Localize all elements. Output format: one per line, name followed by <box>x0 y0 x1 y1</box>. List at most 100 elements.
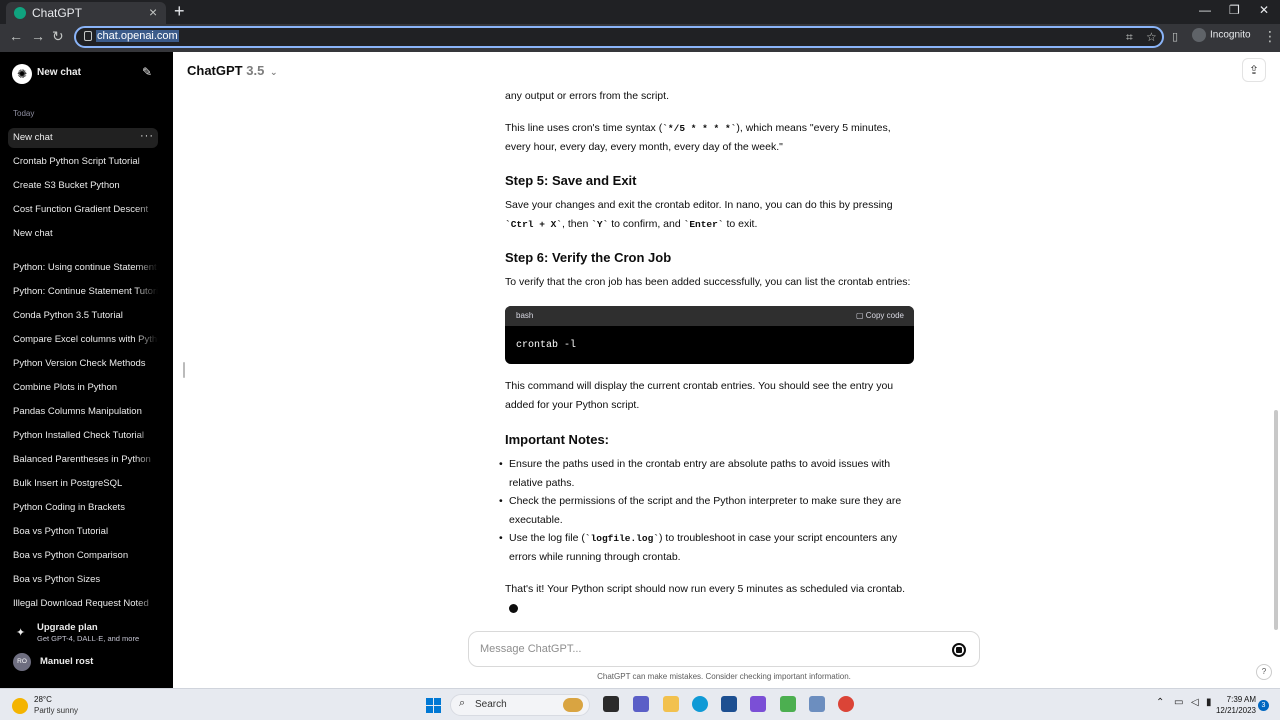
teams-chat-icon[interactable] <box>633 696 649 712</box>
sidebar-chat-item[interactable]: Cost Function Gradient Descent <box>8 200 158 220</box>
notification-badge[interactable]: 3 <box>1258 700 1269 711</box>
close-window-icon[interactable]: ✕ <box>1259 3 1269 17</box>
bullet: • <box>499 458 503 470</box>
tray-chevron-icon[interactable]: ⌃ <box>1156 697 1164 708</box>
paragraph-cron-syntax: This line uses cron's time syntax (`*/5 … <box>505 119 915 157</box>
sidebar-chat-label: Create S3 Bucket Python <box>13 180 120 191</box>
sidebar-chat-item[interactable]: Python: Using continue Statement <box>8 258 158 278</box>
incognito-icon <box>1192 28 1206 42</box>
browser-tab[interactable]: ChatGPT × <box>6 2 166 24</box>
forward-icon[interactable]: → <box>31 28 45 44</box>
paragraph-output: any output or errors from the script. <box>505 90 669 102</box>
text: Use the log file ( <box>509 532 585 544</box>
browser-toolbar: ← → ↻ chat.openai.com ⌗ ☆ ▯ Incognito ⋮ <box>0 24 1280 52</box>
sidebar-chat-item[interactable]: Compare Excel columns with Python <box>8 330 158 350</box>
model-selector[interactable]: ChatGPT 3.5 ⌄ <box>187 63 278 78</box>
store-icon[interactable] <box>721 696 737 712</box>
model-version: 3.5 <box>246 63 265 78</box>
extensions-icon[interactable]: ⌗ <box>1126 30 1133 45</box>
network-icon[interactable]: ▭ <box>1174 697 1183 708</box>
sidebar-chat-label: Python: Using continue Statement <box>13 262 157 273</box>
text: , then <box>562 218 592 230</box>
user-name: Manuel rost <box>40 656 94 667</box>
sidebar-chat-item[interactable]: Conda Python 3.5 Tutorial <box>8 306 158 326</box>
share-button[interactable]: ⇪ <box>1242 58 1266 82</box>
taskbar-search[interactable]: ⌕ Search <box>450 694 590 716</box>
sidebar-chat-item[interactable]: Pandas Columns Manipulation <box>8 402 158 422</box>
sidebar-chat-item[interactable]: Combine Plots in Python <box>8 378 158 398</box>
sidebar-chat-item[interactable]: Bulk Insert in PostgreSQL <box>8 474 158 494</box>
url-text[interactable]: chat.openai.com <box>96 30 179 42</box>
volume-icon[interactable]: ◁ <box>1191 697 1199 708</box>
user-menu[interactable]: RO Manuel rost <box>13 652 163 672</box>
new-tab-icon[interactable]: + <box>174 1 185 22</box>
task-view-icon[interactable] <box>603 696 619 712</box>
sidebar-chat-item[interactable]: Boa vs Python Sizes <box>8 570 158 590</box>
stop-generating-icon[interactable] <box>952 643 966 657</box>
scrollbar[interactable] <box>1274 410 1278 630</box>
upgrade-subtitle: Get GPT-4, DALL·E, and more <box>37 634 140 643</box>
sidebar-chat-item[interactable]: Balanced Parentheses in Python <box>8 450 158 470</box>
sidebar-chat-item[interactable]: Boa vs Python Tutorial <box>8 522 158 542</box>
sidebar-chat-item[interactable]: New chat <box>8 224 158 244</box>
minimize-icon[interactable]: — <box>1199 3 1211 17</box>
temperature: 28°C <box>34 695 52 704</box>
upgrade-plan-button[interactable]: ✦ Upgrade plan Get GPT-4, DALL·E, and mo… <box>13 622 163 646</box>
new-chat-label[interactable]: New chat <box>37 67 81 78</box>
incognito-indicator[interactable]: Incognito <box>1192 28 1251 42</box>
sidebar-chat-label: Bulk Insert in PostgreSQL <box>13 478 123 489</box>
sidebar-chat-item[interactable]: Boa vs Python Comparison <box>8 546 158 566</box>
app-icon[interactable] <box>809 696 825 712</box>
sidebar-chat-item[interactable]: Illegal Download Request Noted <box>8 594 158 614</box>
copy-code-button[interactable]: ▢ Copy code <box>856 310 904 322</box>
sidebar-chat-item[interactable]: Crontab Python Script Tutorial <box>8 152 158 172</box>
weather-widget[interactable]: 28°C Partly sunny <box>12 695 92 717</box>
more-options-icon[interactable]: ··· <box>140 130 154 142</box>
close-tab-icon[interactable]: × <box>149 4 157 20</box>
clipboard-icon: ▢ <box>855 311 866 320</box>
sidebar-resize-handle[interactable] <box>183 362 185 378</box>
sidebar-chat-item[interactable]: Python Version Check Methods <box>8 354 158 374</box>
app-icon[interactable] <box>750 696 766 712</box>
sidebar-chat-item[interactable]: Python: Continue Statement Tutorial <box>8 282 158 302</box>
tab-title: ChatGPT <box>32 6 83 20</box>
sidebar-chat-item[interactable]: Python Installed Check Tutorial <box>8 426 158 446</box>
battery-icon[interactable]: ▮ <box>1206 697 1212 708</box>
compose-icon[interactable]: ✎ <box>142 65 152 79</box>
restore-icon[interactable]: ❐ <box>1229 3 1240 17</box>
file-explorer-icon[interactable] <box>663 696 679 712</box>
message-input[interactable]: Message ChatGPT... <box>480 643 582 655</box>
time: 7:39 AM <box>1226 695 1256 704</box>
edge-icon[interactable] <box>692 696 708 712</box>
sidebar-chat-item[interactable]: New chat ··· <box>8 128 158 148</box>
incognito-label: Incognito <box>1210 29 1251 41</box>
openai-logo-icon: ✺ <box>12 64 32 84</box>
disclaimer: ChatGPT can make mistakes. Consider chec… <box>597 672 851 681</box>
app-icon[interactable] <box>780 696 796 712</box>
sidebar-chat-item[interactable]: Create S3 Bucket Python <box>8 176 158 196</box>
partly-sunny-icon <box>12 698 28 714</box>
main-panel: ChatGPT 3.5 ⌄ ⇪ any output or errors fro… <box>173 52 1280 688</box>
chrome-icon[interactable] <box>838 696 854 712</box>
sidebar-chat-label: Cost Function Gradient Descent <box>13 204 149 215</box>
code-language: bash <box>516 311 534 320</box>
message-composer[interactable]: Message ChatGPT... <box>468 631 980 667</box>
bookmark-star-icon[interactable]: ☆ <box>1146 30 1157 44</box>
new-chat-row[interactable]: ✺ New chat ✎ <box>12 64 162 84</box>
sparkle-icon: ✦ <box>16 627 26 639</box>
sidebar-chat-item[interactable]: Python Coding in Brackets <box>8 498 158 518</box>
browser-menu-icon[interactable]: ⋮ <box>1263 28 1277 45</box>
windows-start-icon[interactable] <box>426 698 441 713</box>
avatar: RO <box>13 653 31 671</box>
streaming-cursor-icon <box>509 603 518 613</box>
back-icon[interactable]: ← <box>9 28 23 44</box>
help-button[interactable]: ? <box>1256 664 1272 680</box>
sidebar-chat-label: Boa vs Python Sizes <box>13 574 101 585</box>
address-bar[interactable]: chat.openai.com ⌗ ☆ <box>74 26 1164 48</box>
sidebar-chat-label: New chat <box>13 132 53 143</box>
text: Save your changes and exit the crontab e… <box>505 199 893 211</box>
text: to confirm, and <box>608 218 684 230</box>
reload-icon[interactable]: ↻ <box>52 28 64 45</box>
sidepanel-icon[interactable]: ▯ <box>1172 30 1178 43</box>
clock[interactable]: 7:39 AM 12/21/2023 <box>1212 694 1256 716</box>
